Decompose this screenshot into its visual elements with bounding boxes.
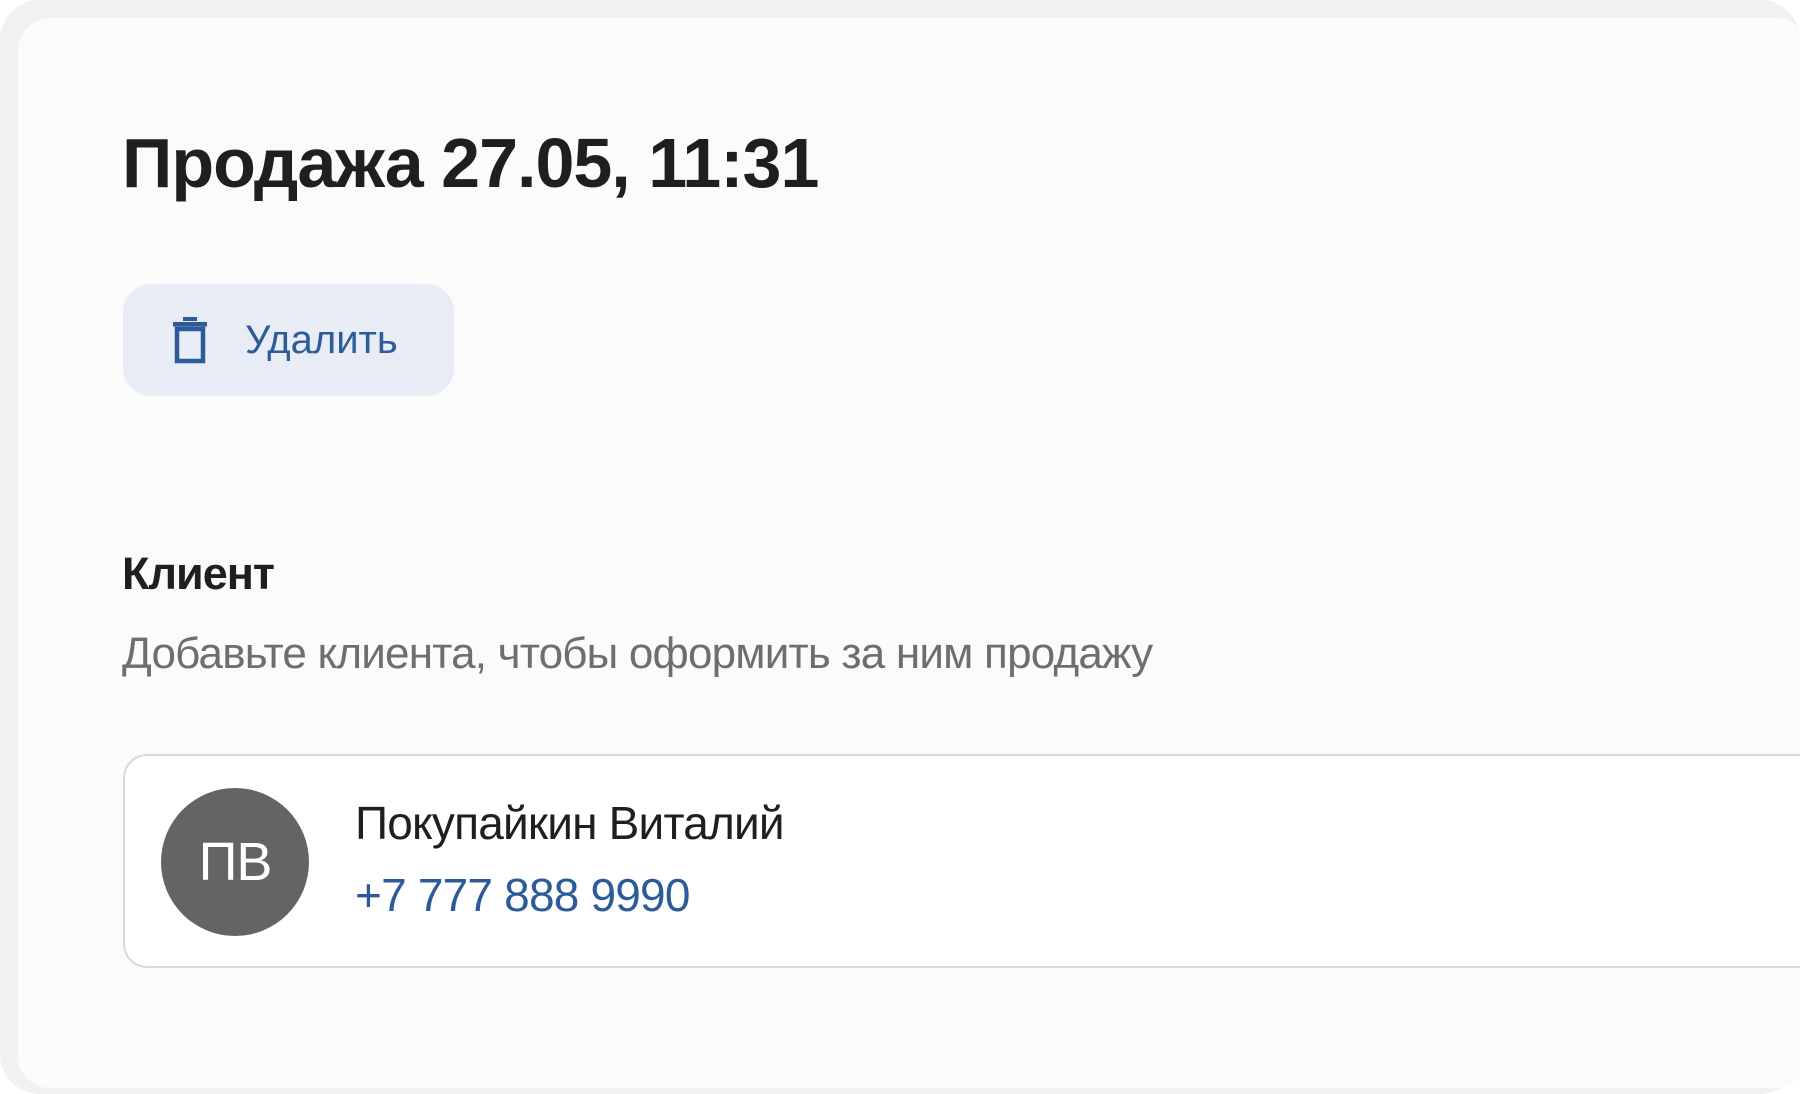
page-title: Продажа 27.05, 11:31 — [122, 124, 819, 202]
delete-button[interactable]: Удалить — [123, 284, 454, 396]
client-section-hint: Добавьте клиента, чтобы оформить за ним … — [122, 629, 1153, 678]
client-section-title: Клиент — [122, 548, 275, 599]
sale-panel: Продажа 27.05, 11:31 Удалить Клиент Доба… — [18, 18, 1800, 1088]
avatar: ПВ — [161, 788, 309, 936]
trash-icon — [171, 316, 209, 364]
client-phone-link[interactable]: +7 777 888 9990 — [355, 868, 690, 922]
window-frame: Продажа 27.05, 11:31 Удалить Клиент Доба… — [0, 0, 1800, 1094]
client-card[interactable]: ПВ Покупайкин Виталий +7 777 888 9990 — [123, 754, 1800, 968]
client-name: Покупайкин Виталий — [355, 797, 785, 849]
delete-button-label: Удалить — [245, 317, 398, 362]
